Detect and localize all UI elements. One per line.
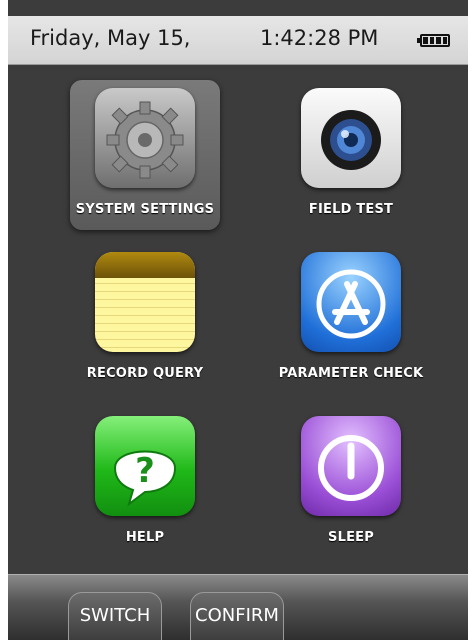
power-icon bbox=[301, 416, 401, 516]
app-system-settings[interactable]: SYSTEM SETTINGS bbox=[70, 80, 220, 230]
device-screen: Friday, May 15, 1:42:28 PM SYSTEM SETTIN… bbox=[8, 0, 468, 640]
app-label: RECORD QUERY bbox=[86, 366, 204, 381]
app-help[interactable]: ? HELP bbox=[70, 408, 220, 558]
confirm-button[interactable]: CONFIRM bbox=[190, 592, 284, 640]
battery-full-icon bbox=[417, 34, 450, 47]
app-sleep[interactable]: SLEEP bbox=[276, 408, 426, 558]
app-label: SLEEP bbox=[328, 530, 374, 545]
help-icon: ? bbox=[95, 416, 195, 516]
status-bar: Friday, May 15, 1:42:28 PM bbox=[8, 16, 468, 65]
app-label: HELP bbox=[125, 530, 165, 545]
gear-icon bbox=[95, 88, 195, 188]
app-label: FIELD TEST bbox=[308, 202, 394, 217]
date-text: Friday, May 15, bbox=[30, 26, 191, 50]
app-store-icon bbox=[301, 252, 401, 352]
app-record-query[interactable]: RECORD QUERY bbox=[70, 244, 220, 394]
app-parameter-check[interactable]: PARAMETER CHECK bbox=[276, 244, 426, 394]
app-label: SYSTEM SETTINGS bbox=[75, 202, 215, 217]
app-field-test[interactable]: FIELD TEST bbox=[276, 80, 426, 230]
time-text: 1:42:28 PM bbox=[260, 26, 379, 50]
notepad-icon bbox=[95, 252, 195, 352]
app-label: PARAMETER CHECK bbox=[278, 366, 424, 381]
switch-button[interactable]: SWITCH bbox=[68, 592, 162, 640]
svg-text:?: ? bbox=[135, 451, 155, 491]
camera-icon bbox=[301, 88, 401, 188]
